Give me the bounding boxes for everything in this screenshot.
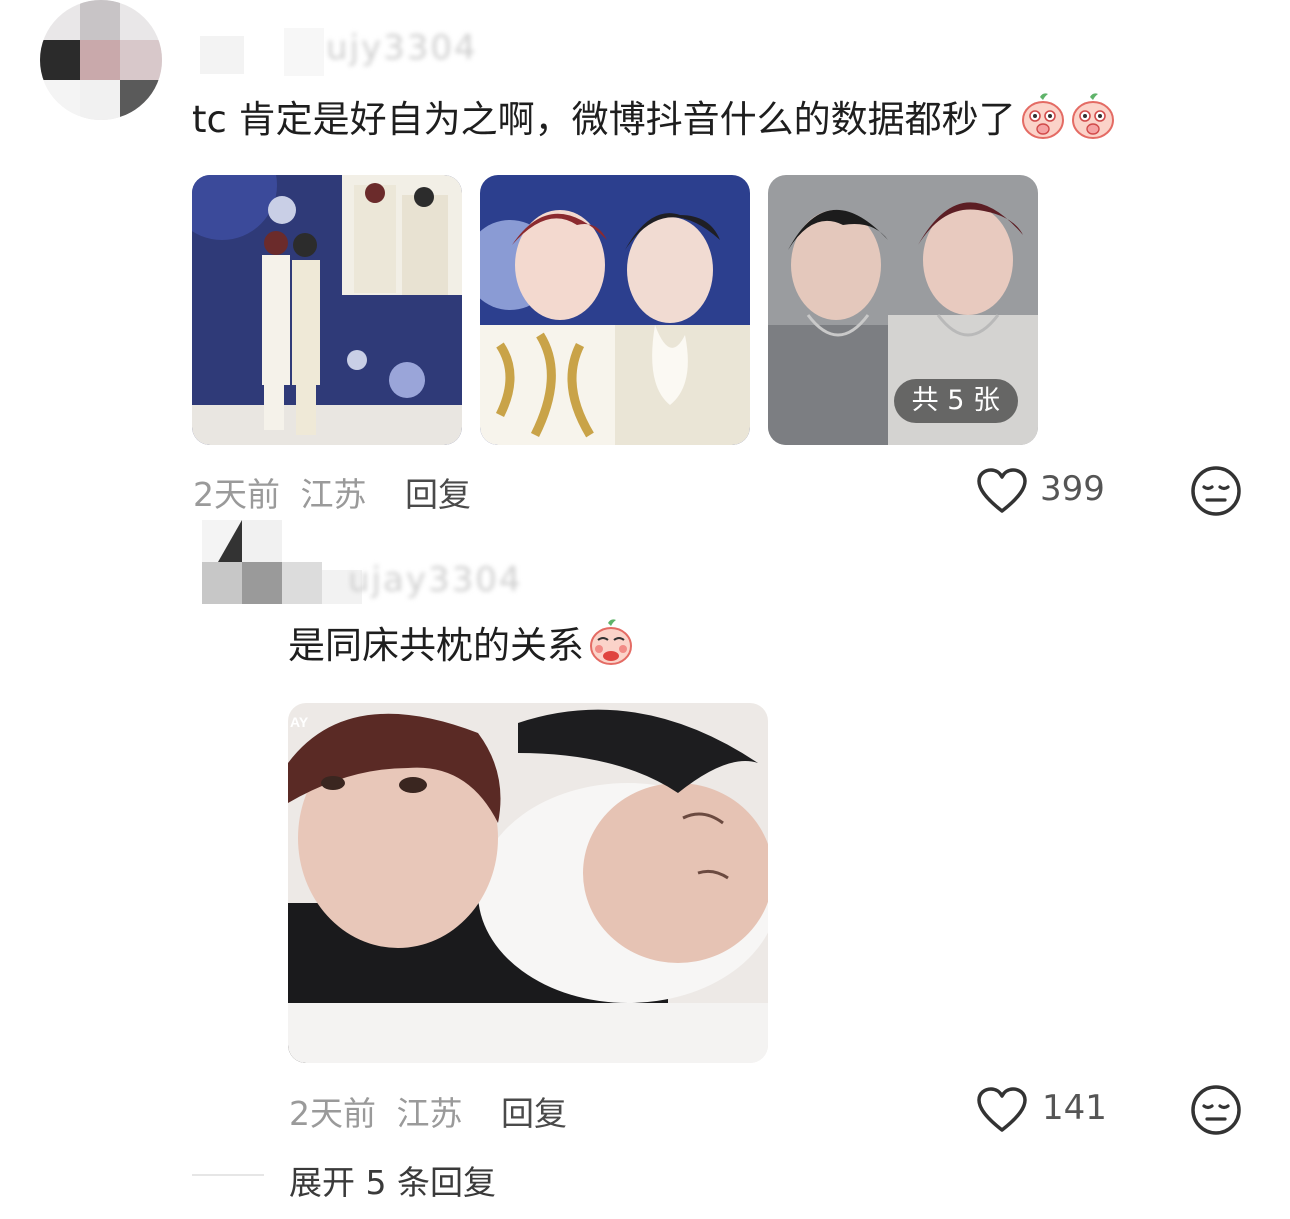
dislike-button[interactable] — [1190, 465, 1242, 517]
peach-emoji-icon — [588, 618, 634, 666]
peach-emoji-icon — [1020, 92, 1066, 140]
photo-thumbnail-1[interactable] — [192, 175, 462, 445]
expand-divider — [192, 1174, 264, 1176]
photo-thumbnail-single[interactable]: AY — [288, 703, 768, 1063]
like-count: 399 — [1040, 469, 1105, 509]
like-button[interactable]: 141 — [976, 1084, 1126, 1136]
heart-icon — [976, 467, 1028, 519]
heart-icon — [976, 1086, 1028, 1138]
meh-face-icon — [1191, 1085, 1241, 1135]
username[interactable]: ujay3304 — [282, 560, 572, 604]
dislike-button[interactable] — [1190, 1084, 1242, 1136]
meh-face-icon — [1191, 466, 1241, 516]
like-button[interactable]: 399 — [976, 465, 1126, 517]
expand-replies-button[interactable]: 展开 5 条回复 — [289, 1156, 496, 1204]
comment-text: tc 肯定是好自为之啊，微博抖音什么的数据都秒了 — [192, 92, 1116, 142]
photo-count-badge: 共 5 张 — [893, 379, 1018, 423]
comment-meta: 2天前 江苏 回复 — [289, 1087, 567, 1135]
photo-watermark: AY — [290, 714, 309, 730]
reply-button[interactable]: 回复 — [501, 1094, 567, 1133]
comment-location: 江苏 — [300, 475, 367, 514]
comment-time: 2天前 — [289, 1094, 376, 1133]
photo-thumbnail-3[interactable]: 共 5 张 — [768, 175, 1038, 445]
avatar[interactable] — [40, 0, 162, 120]
comment-text: 是同床共枕的关系 — [288, 618, 634, 668]
photo-thumbnail-2[interactable] — [480, 175, 750, 445]
avatar[interactable] — [202, 520, 282, 604]
username[interactable]: ujy3304 — [200, 28, 490, 76]
peach-emoji-icon — [1070, 92, 1116, 140]
comment-meta: 2天前 江苏 回复 — [193, 468, 471, 516]
comment-time: 2天前 — [193, 475, 280, 514]
comment-location: 江苏 — [396, 1094, 463, 1133]
reply-button[interactable]: 回复 — [405, 475, 471, 514]
like-count: 141 — [1042, 1088, 1107, 1128]
